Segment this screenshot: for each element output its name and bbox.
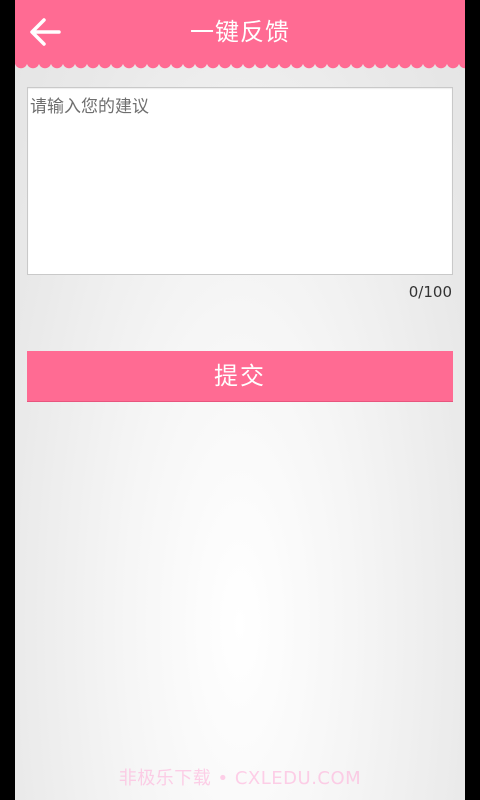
feedback-input-container: [27, 87, 453, 275]
watermark-text: 非极乐下载 • CXLEDU.COM: [118, 768, 362, 789]
feedback-input[interactable]: [28, 88, 452, 274]
page-title: 一键反馈: [190, 18, 290, 46]
submit-button[interactable]: 提交: [27, 351, 453, 402]
feedback-screen: 一键反馈 0/100 提交 非极乐下载 • CXLEDU.COM: [15, 0, 465, 800]
character-counter: 0/100: [408, 283, 452, 301]
header-bar: 一键反馈: [15, 0, 465, 64]
header-scallop-edge: [15, 62, 465, 72]
